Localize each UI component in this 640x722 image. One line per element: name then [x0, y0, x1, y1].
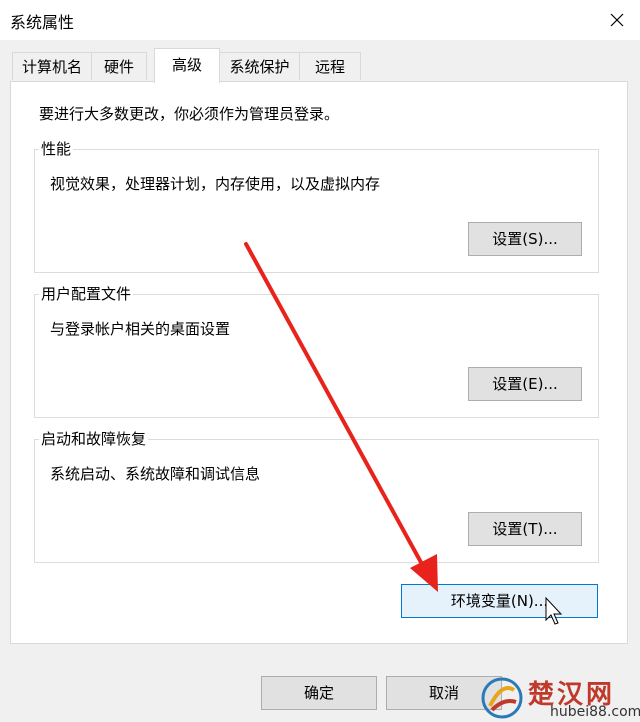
watermark-url: hubei88.com: [550, 704, 640, 720]
startup-recovery-legend: 启动和故障恢复: [39, 429, 149, 449]
title-bar: 系统属性: [0, 0, 640, 40]
performance-legend: 性能: [39, 139, 74, 159]
user-profiles-legend: 用户配置文件: [39, 284, 134, 304]
admin-notice: 要进行大多数更改，你必须作为管理员登录。: [39, 105, 340, 123]
watermark-logo-icon: [481, 677, 523, 719]
performance-description: 视觉效果，处理器计划，内存使用，以及虚拟内存: [50, 175, 381, 193]
performance-settings-button[interactable]: 设置(S)...: [468, 222, 582, 256]
environment-variables-button[interactable]: 环境变量(N)...: [401, 584, 598, 618]
tab-computer-name[interactable]: 计算机名: [12, 52, 92, 80]
tab-hardware[interactable]: 硬件: [91, 52, 147, 80]
close-icon: [610, 13, 624, 27]
advanced-tab-panel: 要进行大多数更改，你必须作为管理员登录。 性能 视觉效果，处理器计划，内存使用，…: [10, 81, 628, 644]
tab-system-protection[interactable]: 系统保护: [219, 52, 300, 80]
system-properties-window: 系统属性 计算机名 硬件 高级 系统保护 远程 要进行大多数更改，你必须作为管理…: [0, 0, 640, 722]
user-profiles-group: 用户配置文件 与登录帐户相关的桌面设置 设置(E)...: [34, 284, 599, 418]
site-watermark: 楚汉网 hubei88.com: [476, 674, 640, 722]
startup-recovery-settings-button[interactable]: 设置(T)...: [468, 512, 582, 546]
user-profiles-settings-button[interactable]: 设置(E)...: [468, 367, 582, 401]
startup-recovery-group: 启动和故障恢复 系统启动、系统故障和调试信息 设置(T)...: [34, 429, 599, 563]
close-button[interactable]: [594, 0, 640, 40]
performance-group: 性能 视觉效果，处理器计划，内存使用，以及虚拟内存 设置(S)...: [34, 139, 599, 273]
user-profiles-description: 与登录帐户相关的桌面设置: [50, 320, 231, 338]
ok-button[interactable]: 确定: [261, 676, 377, 710]
tab-advanced[interactable]: 高级: [154, 48, 220, 83]
tab-remote[interactable]: 远程: [299, 52, 361, 80]
startup-recovery-description: 系统启动、系统故障和调试信息: [50, 465, 261, 483]
window-title: 系统属性: [10, 13, 75, 32]
